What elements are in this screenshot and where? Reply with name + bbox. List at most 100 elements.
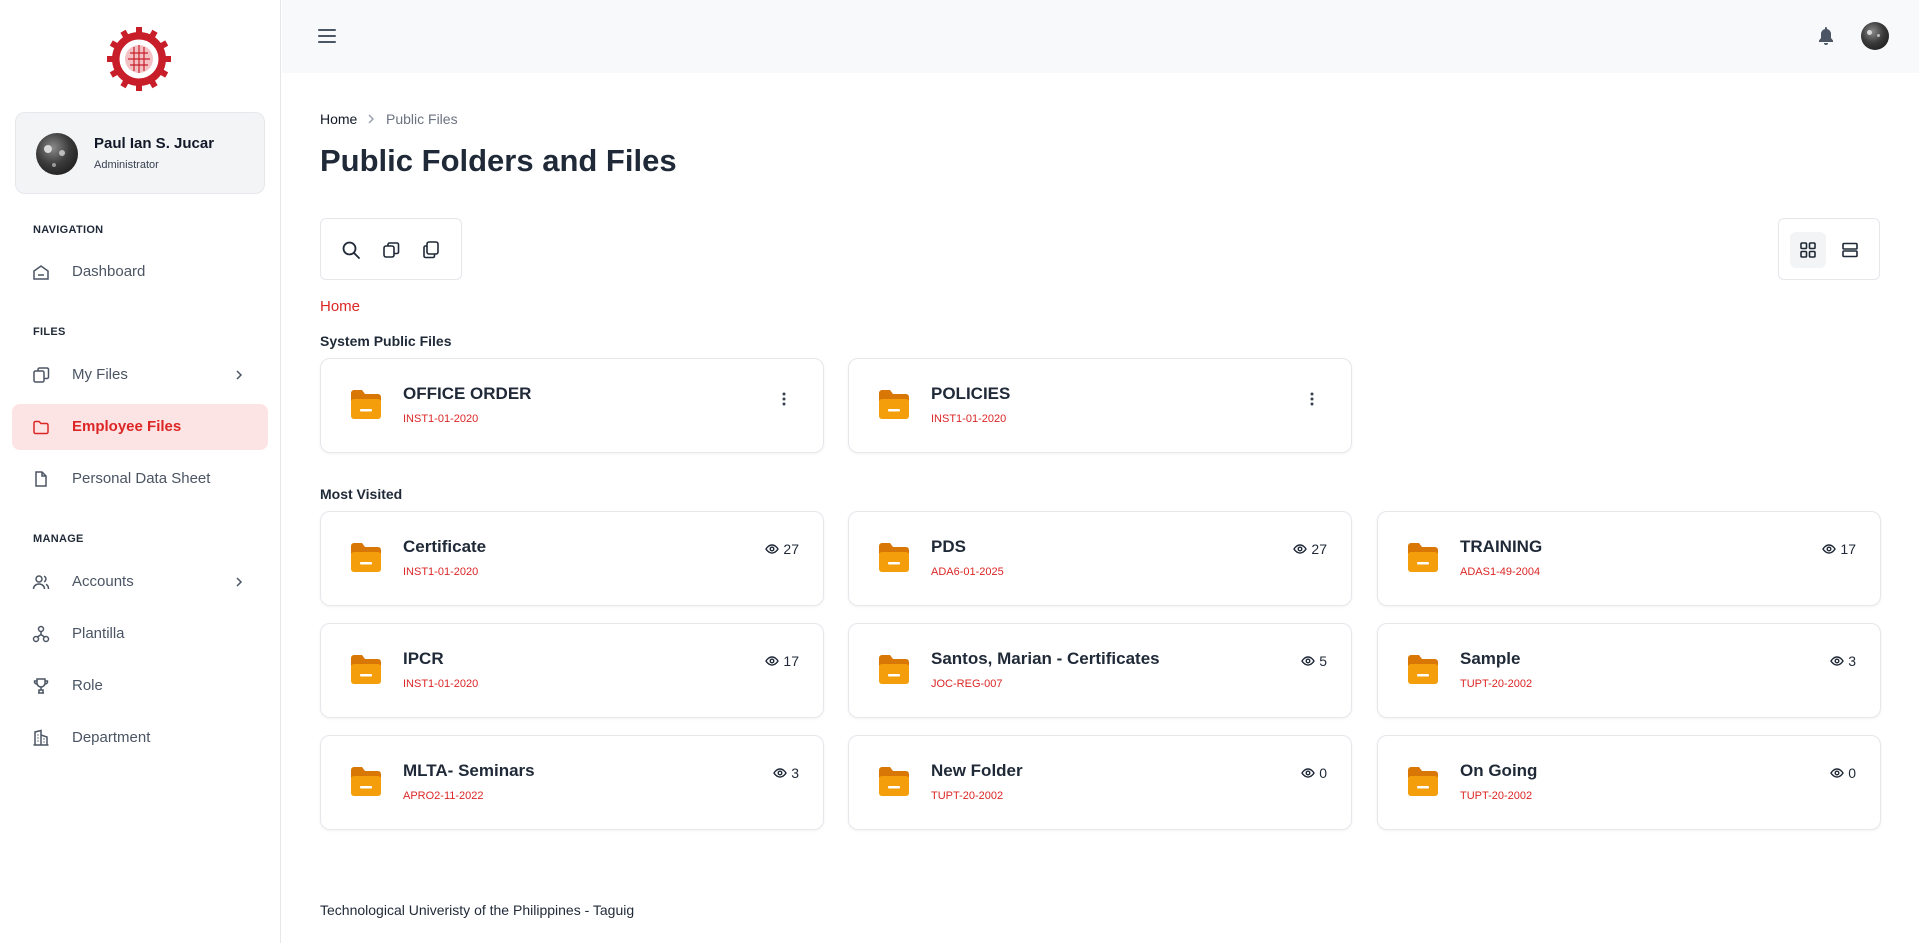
folder-icon: [879, 767, 909, 796]
folder-icon: [351, 655, 381, 684]
view-count-value: 0: [1848, 765, 1856, 781]
view-count-value: 5: [1319, 653, 1327, 669]
view-count: 17: [765, 653, 799, 669]
folder-name: POLICIES: [931, 384, 1011, 403]
files-icon: [33, 367, 50, 383]
folder-code: TUPT-20-2002: [1460, 790, 1533, 802]
nav-heading-manage: MANAGE: [33, 533, 84, 545]
grid-icon: [1800, 242, 1816, 258]
folder-code: APRO2-11-2022: [403, 790, 484, 802]
view-count-value: 3: [1848, 653, 1856, 669]
hamburger-menu-icon[interactable]: [317, 27, 337, 45]
view-count: 17: [1822, 541, 1856, 557]
sidebar-item-label: Employee Files: [72, 418, 182, 435]
sidebar-item-dashboard[interactable]: Dashboard: [12, 249, 268, 295]
view-count: 0: [1830, 765, 1856, 781]
view-count-value: 17: [1840, 541, 1856, 557]
folder-code: TUPT-20-2002: [931, 790, 1004, 802]
view-count: 0: [1301, 765, 1327, 781]
folder-icon: [351, 767, 381, 796]
folder-name: TRAINING: [1460, 537, 1543, 556]
user-profile-card[interactable]: Paul Ian S. Jucar Administrator: [15, 112, 265, 194]
user-avatar: [36, 133, 78, 175]
nav-heading-files: FILES: [33, 326, 66, 338]
folder-card[interactable]: TRAINING ADAS1-49-2004 17: [1377, 511, 1881, 606]
sidebar-item-employee-files[interactable]: Employee Files: [12, 404, 268, 450]
user-name: Paul Ian S. Jucar: [94, 135, 215, 152]
folder-name: On Going: [1460, 761, 1538, 780]
view-count-value: 0: [1319, 765, 1327, 781]
sidebar-item-label: Department: [72, 729, 151, 746]
home-icon: [33, 265, 49, 280]
breadcrumb-home[interactable]: Home: [320, 111, 357, 127]
folder-card[interactable]: Certificate INST1-01-2020 27: [320, 511, 824, 606]
folder-card[interactable]: Sample TUPT-20-2002 3: [1377, 623, 1881, 718]
folder-icon: [879, 655, 909, 684]
view-count: 5: [1301, 653, 1327, 669]
folder-icon: [351, 390, 381, 419]
folder-card[interactable]: PDS ADA6-01-2025 27: [848, 511, 1352, 606]
sidebar: Paul Ian S. Jucar Administrator NAVIGATI…: [0, 0, 281, 943]
view-count-value: 17: [783, 653, 799, 669]
eye-icon: [1822, 544, 1837, 554]
copy-icon[interactable]: [381, 240, 401, 260]
more-options-icon[interactable]: [1309, 391, 1315, 407]
sidebar-item-label: Accounts: [72, 573, 134, 590]
eye-icon: [773, 768, 788, 778]
sidebar-item-role[interactable]: Role: [12, 663, 268, 709]
sidebar-item-label: Plantilla: [72, 625, 125, 642]
folder-icon: [879, 390, 909, 419]
folder-code: INST1-01-2020: [403, 678, 479, 690]
folder-card[interactable]: Santos, Marian - Certificates JOC-REG-007…: [848, 623, 1352, 718]
folder-card[interactable]: OFFICE ORDER INST1-01-2020: [320, 358, 824, 453]
folder-icon: [351, 543, 381, 572]
sidebar-item-accounts[interactable]: Accounts: [12, 559, 268, 605]
sidebar-item-personal-data-sheet[interactable]: Personal Data Sheet: [12, 456, 268, 502]
search-icon[interactable]: [341, 240, 361, 260]
nav-heading-navigation: NAVIGATION: [33, 224, 104, 236]
folder-path-home[interactable]: Home: [320, 298, 360, 315]
list-view-button[interactable]: [1832, 232, 1868, 268]
view-count-value: 3: [791, 765, 799, 781]
sidebar-item-plantilla[interactable]: Plantilla: [12, 611, 268, 657]
sidebar-item-label: Dashboard: [72, 263, 146, 280]
sidebar-item-my-files[interactable]: My Files: [12, 352, 268, 398]
view-count: 3: [1830, 653, 1856, 669]
view-count-value: 27: [783, 541, 799, 557]
top-user-avatar[interactable]: [1861, 22, 1889, 50]
grid-view-button[interactable]: [1790, 232, 1826, 268]
eye-icon: [1301, 768, 1316, 778]
folder-icon: [879, 543, 909, 572]
sidebar-item-label: Role: [72, 677, 103, 694]
folder-name: OFFICE ORDER: [403, 384, 532, 403]
folder-name: Certificate: [403, 537, 487, 556]
folder-name: MLTA- Seminars: [403, 761, 535, 780]
university-logo: [107, 27, 171, 91]
eye-icon: [1830, 656, 1845, 666]
section-title-most-visited: Most Visited: [320, 486, 403, 502]
document-icon: [35, 471, 47, 487]
view-count-value: 27: [1311, 541, 1327, 557]
folder-code: INST1-01-2020: [931, 413, 1007, 425]
folder-card[interactable]: IPCR INST1-01-2020 17: [320, 623, 824, 718]
folder-code: ADA6-01-2025: [931, 566, 1004, 578]
folder-code: JOC-REG-007: [931, 678, 1003, 690]
users-icon: [32, 575, 50, 590]
topbar: [282, 0, 1919, 73]
view-toggle: [1778, 218, 1880, 280]
folder-icon: [1408, 655, 1438, 684]
building-icon: [33, 729, 49, 746]
eye-icon: [1830, 768, 1845, 778]
folder-card[interactable]: POLICIES INST1-01-2020: [848, 358, 1352, 453]
paste-icon[interactable]: [421, 240, 441, 260]
folder-card[interactable]: On Going TUPT-20-2002 0: [1377, 735, 1881, 830]
eye-icon: [765, 544, 780, 554]
notification-bell-icon[interactable]: [1817, 26, 1835, 46]
more-options-icon[interactable]: [781, 391, 787, 407]
file-toolbar: [320, 218, 462, 280]
folder-card[interactable]: New Folder TUPT-20-2002 0: [848, 735, 1352, 830]
sidebar-item-department[interactable]: Department: [12, 715, 268, 761]
folder-card[interactable]: MLTA- Seminars APRO2-11-2022 3: [320, 735, 824, 830]
folder-icon: [1408, 543, 1438, 572]
breadcrumb-current: Public Files: [386, 111, 458, 127]
